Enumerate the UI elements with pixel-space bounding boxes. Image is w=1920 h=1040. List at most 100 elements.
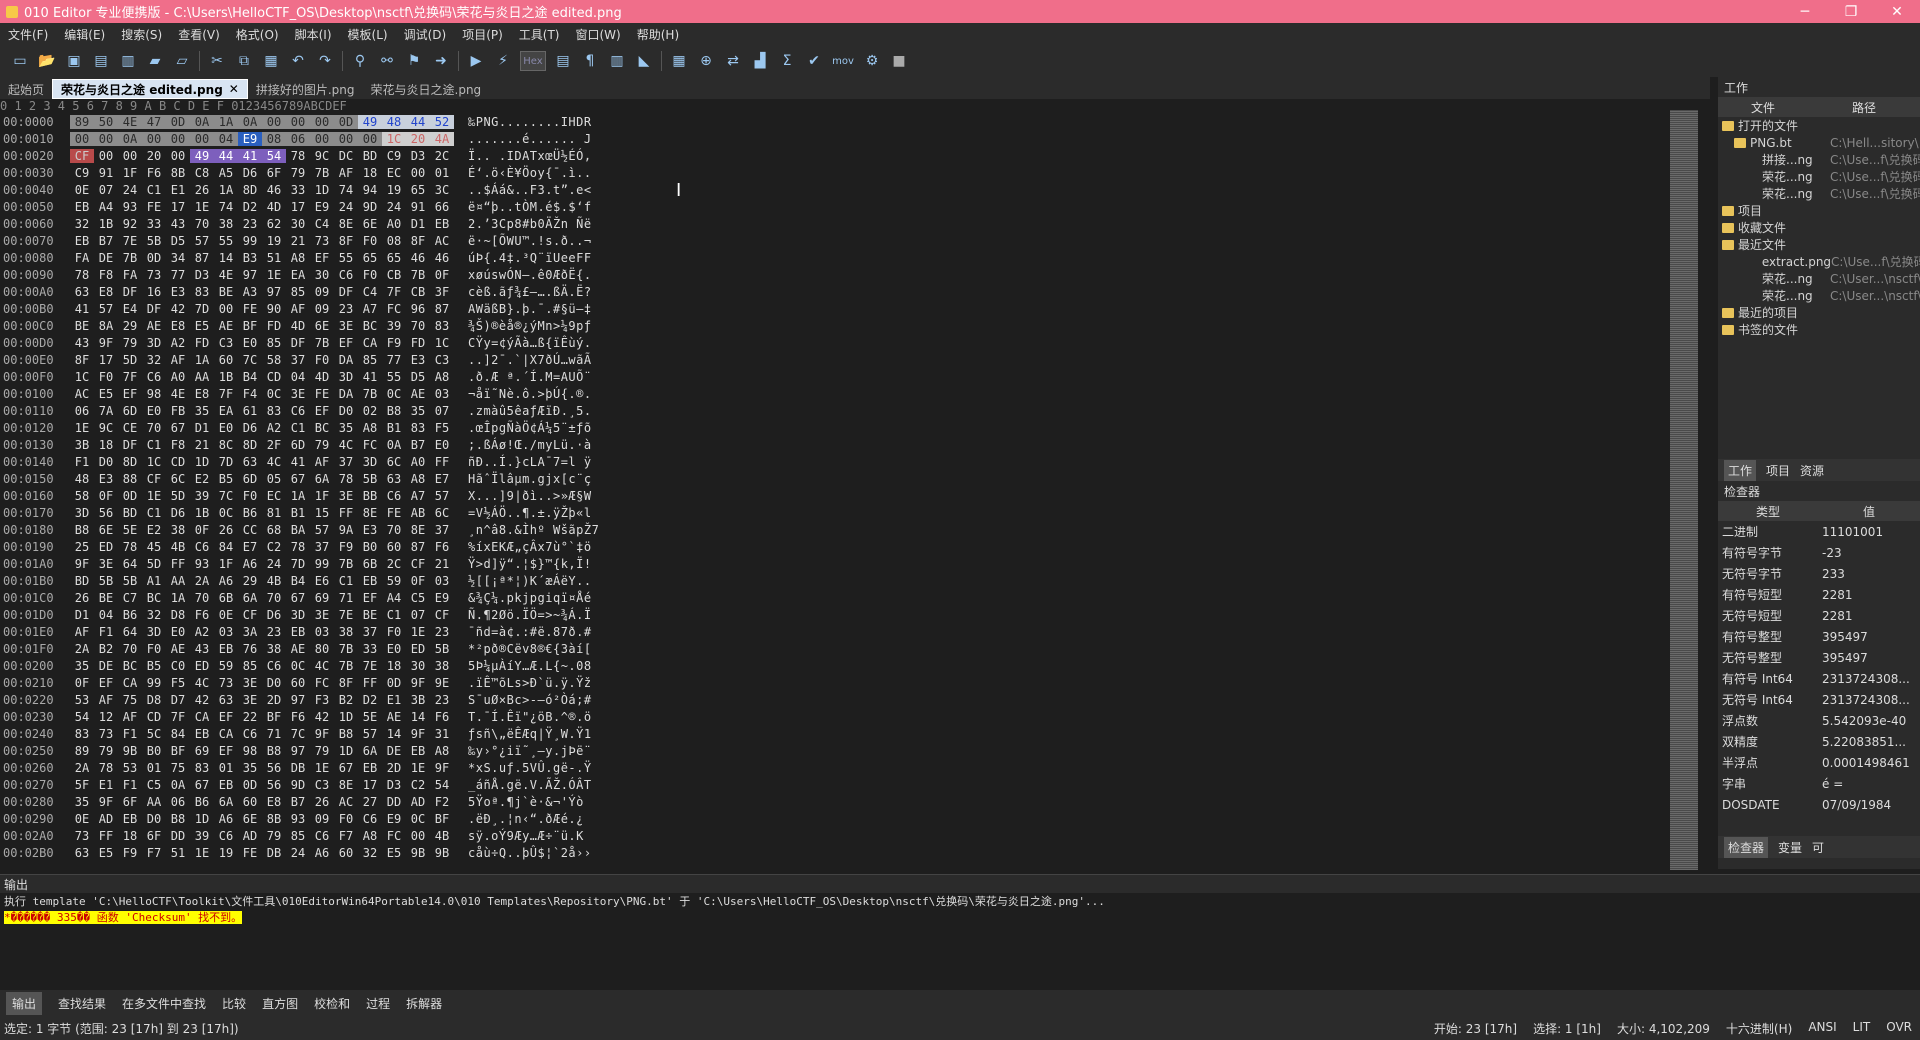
hex-byte[interactable]: 59 [382, 574, 406, 588]
panel-tab[interactable]: 变量 [1778, 839, 1802, 856]
hex-byte[interactable]: BE [214, 285, 238, 299]
hex-byte[interactable]: 07 [94, 183, 118, 197]
hex-byte[interactable]: 08 [262, 131, 286, 146]
hex-byte[interactable]: B5 [142, 659, 166, 673]
hex-byte[interactable]: 23 [430, 693, 454, 707]
hex-byte[interactable]: EF [310, 404, 334, 418]
hex-byte[interactable]: 38 [262, 642, 286, 656]
hex-byte[interactable]: 1D [310, 183, 334, 197]
bottom-tab[interactable]: 输出 [6, 991, 43, 1015]
hex-byte[interactable]: 79 [118, 336, 142, 350]
hex-byte[interactable]: 56 [262, 778, 286, 792]
hex-byte[interactable]: BF [166, 744, 190, 758]
hex-byte[interactable]: AC [334, 795, 358, 809]
ascii-text[interactable]: T.¯Í.Êï"¿öB.^®.ö [468, 710, 592, 724]
columns-icon[interactable]: ▥ [607, 51, 627, 71]
hex-byte[interactable]: 55 [334, 251, 358, 265]
hex-byte[interactable]: 93 [190, 557, 214, 571]
hex-byte[interactable]: 0D [166, 114, 190, 129]
hex-byte[interactable]: 83 [190, 285, 214, 299]
hex-byte[interactable]: 8B [166, 166, 190, 180]
hex-byte[interactable]: 07 [430, 404, 454, 418]
hex-byte[interactable]: 79 [286, 166, 310, 180]
hex-byte[interactable]: C3 [310, 778, 334, 792]
hex-byte[interactable]: 60 [238, 795, 262, 809]
hex-byte[interactable]: 73 [70, 829, 94, 843]
hex-byte[interactable]: DA [334, 353, 358, 367]
hex-byte[interactable]: 9A [334, 523, 358, 537]
hex-byte[interactable]: 87 [430, 302, 454, 316]
hex-byte[interactable]: C3 [430, 353, 454, 367]
hex-byte[interactable]: 0A [166, 778, 190, 792]
hex-byte[interactable]: 0C [406, 812, 430, 826]
hex-byte[interactable]: 06 [166, 795, 190, 809]
hex-byte[interactable]: 75 [166, 761, 190, 775]
ascii-text[interactable]: É‘.ö‹È¥Öoy{¯.ì.. [468, 166, 592, 180]
hex-byte[interactable]: 8E [334, 778, 358, 792]
hex-byte[interactable]: 67 [334, 761, 358, 775]
hex-byte[interactable]: 74 [214, 200, 238, 214]
hex-byte[interactable]: BE [358, 608, 382, 622]
recent-folder-icon[interactable]: ▱ [172, 51, 192, 71]
hex-byte[interactable]: AE [286, 642, 310, 656]
ascii-text[interactable]: cåù÷Q..þÛ$¦`2å›› [468, 846, 592, 860]
ascii-text[interactable]: sÿ.oÝ9Æ­y…Æ÷¨ü.K [468, 829, 584, 843]
hex-byte[interactable]: 85 [358, 353, 382, 367]
hex-byte[interactable]: E0 [214, 421, 238, 435]
hex-byte[interactable]: 26 [310, 795, 334, 809]
hex-byte[interactable]: 57 [358, 727, 382, 741]
hex-byte[interactable]: B1 [382, 421, 406, 435]
ascii-text[interactable]: ñÐ..Í.}cLA¯7=l ÿ [468, 455, 592, 469]
hex-byte[interactable]: 71 [262, 727, 286, 741]
hex-byte[interactable]: AD [94, 812, 118, 826]
hex-byte[interactable]: 3E [238, 676, 262, 690]
hex-byte[interactable]: 0A [118, 131, 142, 146]
hex-byte[interactable]: 7F [166, 710, 190, 724]
hex-byte[interactable]: 6E [94, 523, 118, 537]
hex-byte[interactable]: A4 [94, 200, 118, 214]
undo-icon[interactable]: ↶ [288, 51, 308, 71]
hex-byte[interactable]: 0D [142, 251, 166, 265]
hex-byte[interactable]: 1E [262, 268, 286, 282]
hex-byte[interactable]: 18 [382, 659, 406, 673]
ascii-text[interactable]: 5Ÿoª.¶j`è·&¬'Ý­ò [468, 795, 584, 809]
hex-byte[interactable]: 4C [334, 438, 358, 452]
hex-byte[interactable]: 6F [142, 829, 166, 843]
hex-byte[interactable]: 97 [286, 693, 310, 707]
hex-byte[interactable]: 71 [334, 591, 358, 605]
hex-byte[interactable]: 37 [430, 523, 454, 537]
hex-byte[interactable]: 41 [238, 148, 262, 163]
hex-byte[interactable]: 45 [142, 540, 166, 554]
bottom-tab[interactable]: 校检和 [314, 995, 350, 1012]
hex-byte[interactable]: 57 [310, 523, 334, 537]
hex-byte[interactable]: 0A [238, 114, 262, 129]
find-in-files-icon[interactable]: ⚑ [404, 51, 424, 71]
workspace-item[interactable]: 最近文件 [1718, 236, 1920, 253]
hex-byte[interactable]: 2A [70, 642, 94, 656]
hex-byte[interactable]: 44 [214, 148, 238, 163]
hex-byte[interactable]: FC [310, 676, 334, 690]
hex-byte[interactable]: 67 [286, 591, 310, 605]
hex-byte[interactable]: 70 [406, 319, 430, 333]
hex-byte[interactable]: 7B [118, 251, 142, 265]
hex-byte[interactable]: 7D [190, 302, 214, 316]
calculator-icon[interactable]: ▦ [669, 51, 689, 71]
hex-byte[interactable]: 06 [70, 404, 94, 418]
hex-byte[interactable]: 0A [190, 114, 214, 129]
hex-byte[interactable]: F8 [94, 268, 118, 282]
status-ovr[interactable]: OVR [1886, 1020, 1912, 1037]
hex-byte[interactable]: 90 [262, 302, 286, 316]
hex-byte[interactable]: 1E [406, 761, 430, 775]
hex-byte[interactable]: F0 [142, 642, 166, 656]
hex-byte[interactable]: 49 [190, 148, 214, 163]
hex-byte[interactable]: 73 [94, 727, 118, 741]
hex-byte[interactable]: AF [166, 353, 190, 367]
hex-byte[interactable]: BC [118, 659, 142, 673]
ascii-text[interactable]: S¯uØ×Bc>-—ó²Òá;# [468, 693, 592, 707]
hex-byte[interactable]: 5E [358, 710, 382, 724]
ascii-text[interactable]: %íxEKÆ„çÂx7ù°`‡ö [468, 540, 592, 554]
ascii-text[interactable]: ƒsñ\„ëÊÆq|Ÿ¸W.Ÿ1 [468, 727, 592, 741]
hex-byte[interactable]: 21 [430, 557, 454, 571]
paste-icon[interactable]: ▦ [261, 51, 281, 71]
hex-byte[interactable]: A8 [358, 829, 382, 843]
